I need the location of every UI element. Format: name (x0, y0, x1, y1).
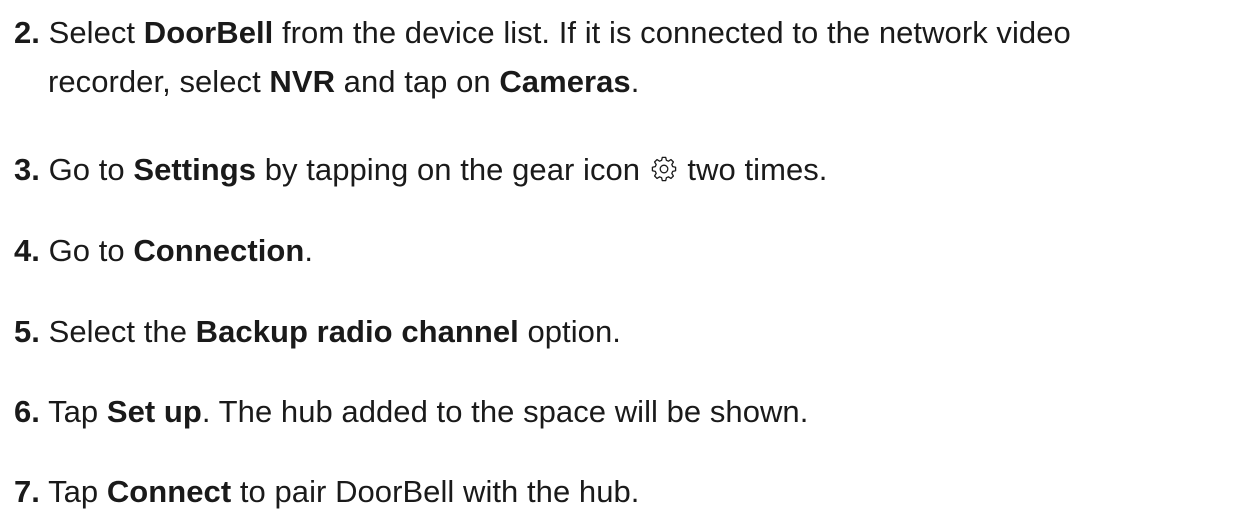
step-text: two times. (678, 152, 828, 187)
step-text: recorder, select (48, 64, 270, 99)
connection-label: Connection (133, 233, 305, 268)
step-5: 5. Select the Backup radio channel optio… (14, 307, 621, 356)
step-2-line-1: 2. Select DoorBell from the device list.… (14, 8, 1071, 57)
step-text: option. (518, 314, 621, 349)
step-7: 7. Tap Connect to pair DoorBell with the… (14, 467, 639, 516)
step-number: 4. (14, 233, 40, 268)
step-text: by tapping on the gear icon (256, 152, 649, 187)
step-text: . (304, 233, 314, 268)
step-2: 2. Select DoorBell from the device list.… (14, 8, 1071, 106)
cameras-label: Cameras (499, 64, 631, 99)
device-name: DoorBell (143, 15, 274, 50)
step-text: from the device list. If it is connected… (273, 15, 1071, 50)
step-3: 3. Go to Settings by tapping on the gear… (14, 145, 827, 194)
connect-label: Connect (106, 474, 232, 509)
nvr-label: NVR (269, 64, 336, 99)
step-text: to pair DoorBell with the hub. (231, 474, 640, 509)
gear-icon (651, 156, 677, 182)
step-text: Select (39, 15, 144, 50)
step-2-line-2: recorder, select NVR and tap on Cameras. (14, 57, 1071, 106)
step-text: Go to (39, 233, 134, 268)
settings-label: Settings (133, 152, 257, 187)
step-4: 4. Go to Connection. (14, 226, 313, 275)
step-number: 2. (14, 15, 40, 50)
step-number: 5. (14, 314, 40, 349)
step-number: 6. (14, 394, 40, 429)
backup-radio-channel-label: Backup radio channel (195, 314, 519, 349)
step-text: . (630, 64, 640, 99)
step-text: Tap (39, 394, 107, 429)
step-text: Go to (39, 152, 134, 187)
step-text: . The hub added to the space will be sho… (201, 394, 809, 429)
step-text: and tap on (335, 64, 500, 99)
set-up-label: Set up (106, 394, 202, 429)
step-text: Tap (39, 474, 107, 509)
step-number: 3. (14, 152, 40, 187)
step-6: 6. Tap Set up. The hub added to the spac… (14, 387, 808, 436)
step-text: Select the (39, 314, 196, 349)
step-number: 7. (14, 474, 40, 509)
